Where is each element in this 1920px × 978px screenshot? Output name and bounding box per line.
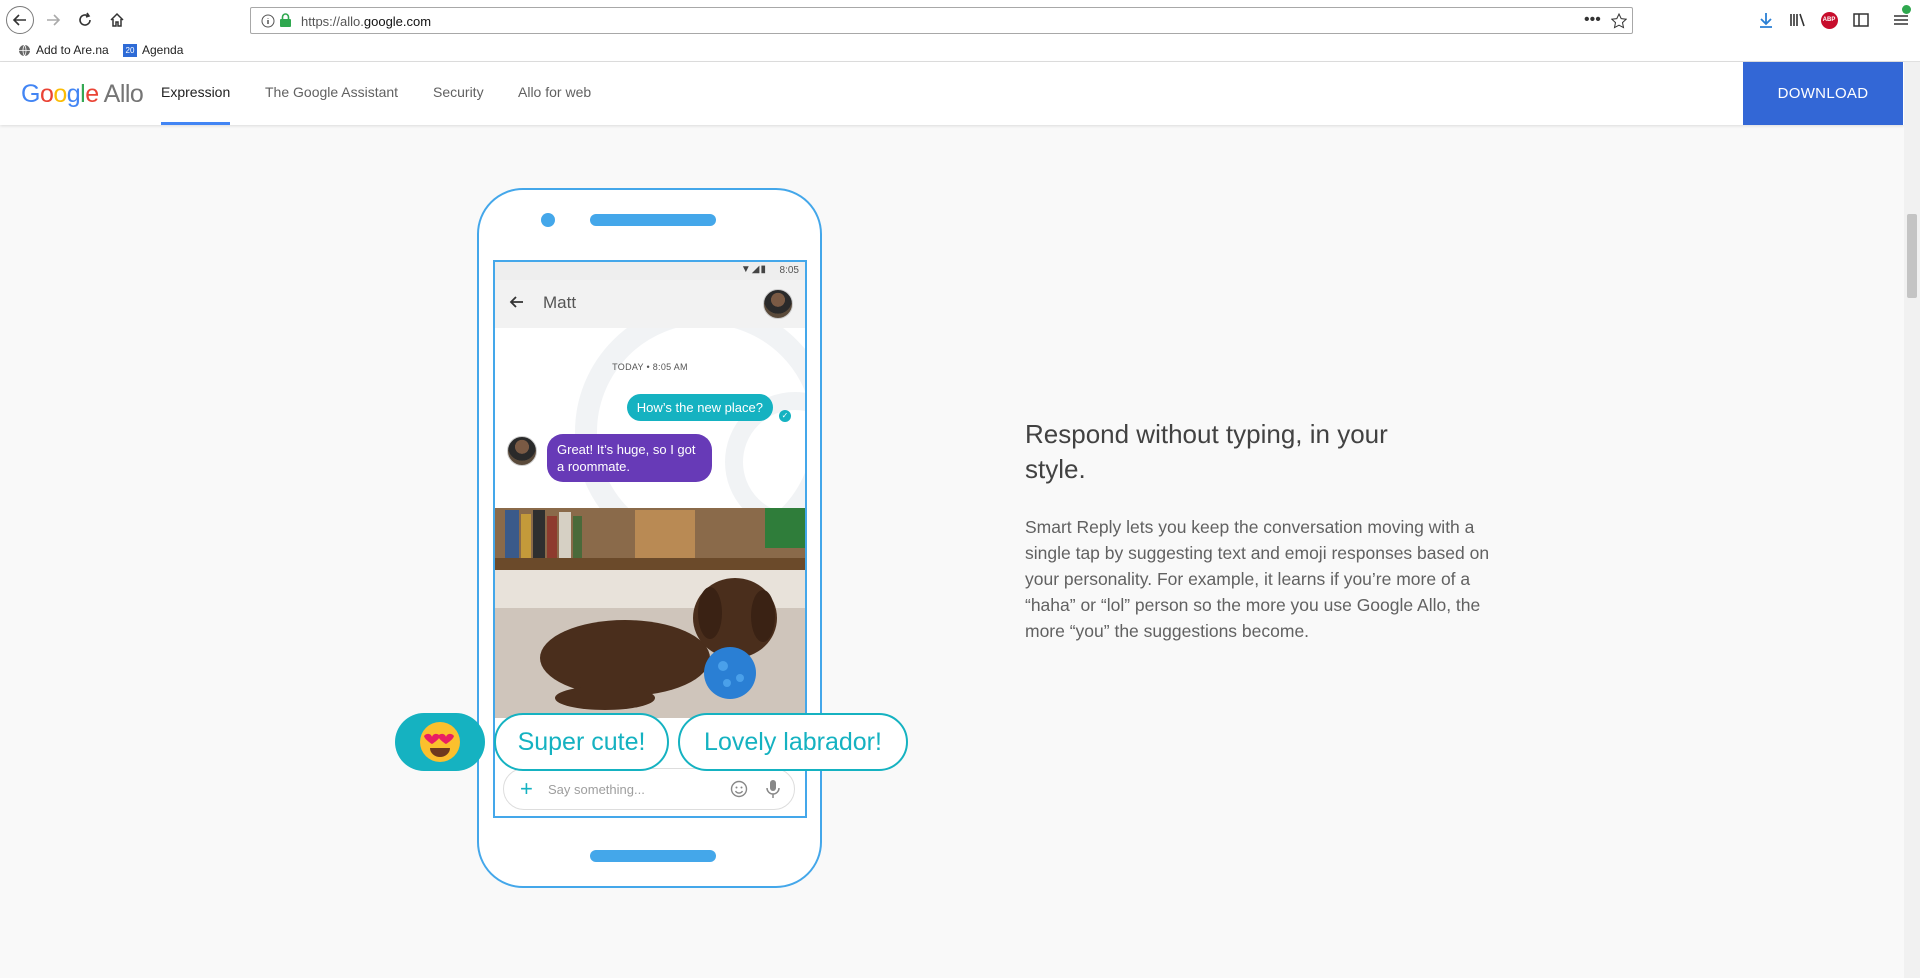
smart-reply-chip[interactable]: Lovely labrador! xyxy=(678,713,908,771)
smart-reply-chip[interactable]: Super cute! xyxy=(494,713,669,771)
plus-icon[interactable]: + xyxy=(520,776,533,802)
bookmarks-bar: Add to Are.na 20 Agenda xyxy=(0,40,1920,62)
download-arrow-icon xyxy=(1760,13,1772,28)
nav-google-assistant[interactable]: The Google Assistant xyxy=(265,84,398,100)
nav-expression[interactable]: Expression xyxy=(161,84,230,100)
downloads-button[interactable] xyxy=(1755,9,1777,31)
signal-battery-icon: ▼◢▮ xyxy=(740,264,767,275)
home-icon xyxy=(110,12,124,27)
microphone-icon[interactable] xyxy=(766,779,780,799)
site-header: Google Allo Expression The Google Assista… xyxy=(0,62,1904,125)
reload-button[interactable] xyxy=(72,7,98,33)
allo-wordmark: Allo xyxy=(103,80,144,108)
arrow-left-icon xyxy=(509,296,523,308)
message-input[interactable]: + Say something... xyxy=(503,768,795,810)
status-time: 8:05 xyxy=(779,265,799,276)
section-headline: Respond without typing, in your style. xyxy=(1025,419,1388,484)
globe-icon xyxy=(19,44,30,56)
read-receipt-icon: ✓ xyxy=(779,410,791,422)
address-bar[interactable]: https://allo.google.com ••• xyxy=(250,7,1633,34)
phone-camera xyxy=(541,213,555,227)
chat-header: Matt xyxy=(495,280,805,328)
scrollbar-thumb[interactable] xyxy=(1907,214,1917,298)
bookmark-agenda[interactable]: 20 Agenda xyxy=(123,43,183,57)
update-badge-icon xyxy=(1902,5,1911,14)
info-icon xyxy=(261,14,275,28)
page-scrollbar[interactable] xyxy=(1904,62,1920,978)
sender-avatar xyxy=(507,436,537,466)
reload-icon xyxy=(79,12,91,26)
library-icon xyxy=(1790,13,1805,27)
calendar-icon: 20 xyxy=(123,43,137,57)
arrow-left-icon xyxy=(12,14,26,26)
download-button[interactable]: DOWNLOAD xyxy=(1743,62,1903,125)
adblock-button[interactable]: ABP xyxy=(1818,9,1840,31)
sidebar-icon xyxy=(1853,13,1869,27)
adblock-icon: ABP xyxy=(1820,11,1838,29)
contact-avatar xyxy=(763,289,793,319)
input-placeholder: Say something... xyxy=(548,782,645,797)
browser-toolbar: https://allo.google.com ••• ABP xyxy=(0,0,1920,40)
smiley-icon[interactable] xyxy=(730,780,748,798)
library-button[interactable] xyxy=(1787,9,1809,31)
bookmark-label: Agenda xyxy=(142,43,184,57)
puppy-photo xyxy=(495,508,805,718)
nav-allo-for-web[interactable]: Allo for web xyxy=(518,84,591,100)
google-wordmark: Google xyxy=(21,80,99,108)
page-actions-icon[interactable]: ••• xyxy=(1584,11,1601,29)
contact-name: Matt xyxy=(543,293,577,312)
phone-illustration: ▼◢▮ 8:05 Matt TODAY • 8:05 AM How’s the … xyxy=(477,188,822,888)
active-tab-indicator xyxy=(161,122,230,125)
heart-eyes-emoji-icon xyxy=(420,722,460,762)
chat-timestamp: TODAY • 8:05 AM xyxy=(612,362,688,372)
menu-button[interactable] xyxy=(1890,5,1912,31)
arrow-right-icon xyxy=(47,14,61,26)
back-button[interactable] xyxy=(6,6,34,34)
bookmark-arena[interactable]: Add to Are.na xyxy=(18,43,109,57)
hamburger-icon xyxy=(1894,15,1908,25)
home-button[interactable] xyxy=(104,7,130,33)
section-body: Smart Reply lets you keep the conversati… xyxy=(1025,517,1490,641)
sidebar-button[interactable] xyxy=(1850,9,1872,31)
outgoing-message: How’s the new place? xyxy=(626,394,773,421)
star-icon[interactable] xyxy=(1611,13,1627,29)
phone-home-bar xyxy=(590,850,716,862)
phone-speaker xyxy=(590,214,716,226)
phone-status-bar: ▼◢▮ 8:05 xyxy=(495,262,805,280)
smart-reply-emoji[interactable] xyxy=(395,713,485,771)
incoming-message: Great! It’s huge, so I got a roommate. xyxy=(547,434,712,482)
forward-button[interactable] xyxy=(40,7,66,33)
lock-icon xyxy=(280,13,291,27)
allo-logo[interactable]: Google Allo xyxy=(21,80,144,109)
nav-security[interactable]: Security xyxy=(433,84,484,100)
url-text: https://allo.google.com xyxy=(301,14,432,29)
bookmark-label: Add to Are.na xyxy=(36,43,109,57)
